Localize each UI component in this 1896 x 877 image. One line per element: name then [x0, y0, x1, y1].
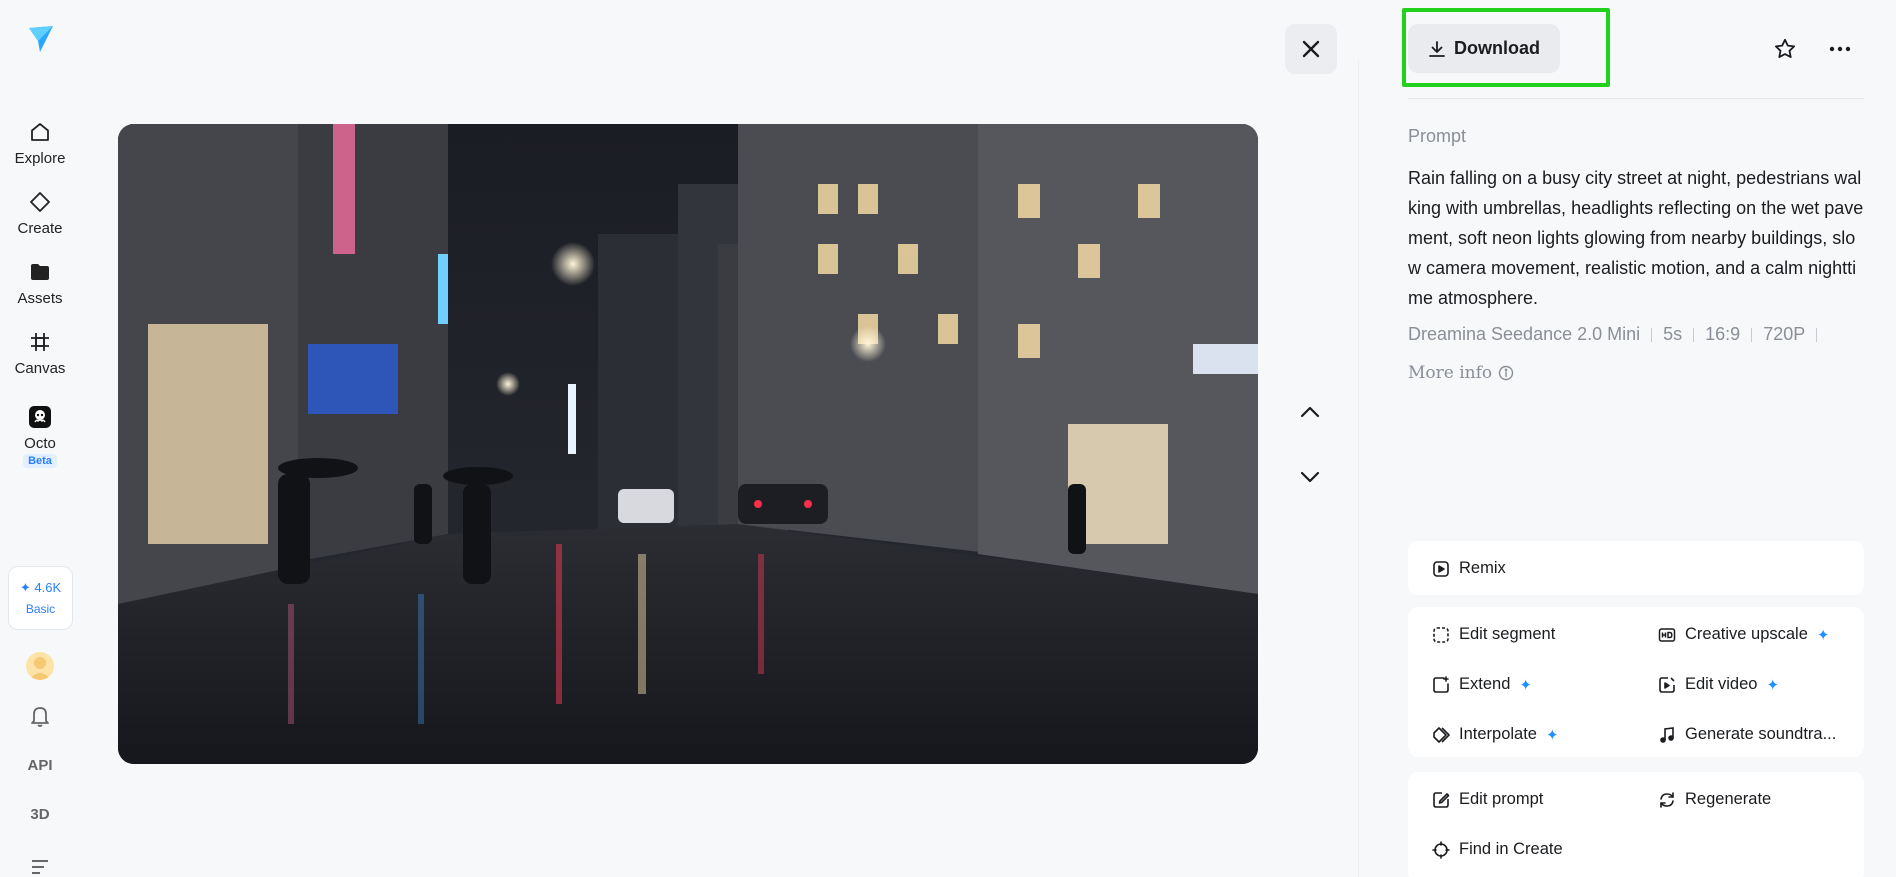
info-icon — [1498, 365, 1514, 381]
meta-separator — [1751, 327, 1753, 342]
more-info-link[interactable]: More info — [1408, 363, 1514, 383]
panel-divider — [1358, 60, 1359, 877]
edit-segment-icon — [1433, 626, 1449, 643]
remix-button[interactable]: Remix — [1432, 559, 1506, 578]
bell-icon[interactable] — [29, 704, 51, 728]
meta-separator — [1693, 327, 1695, 342]
prompt-label: Prompt — [1408, 126, 1467, 146]
header-divider — [1408, 98, 1864, 99]
nav-create-label: Create — [17, 220, 63, 237]
prompt-text: Rain falling on a busy city street at ni… — [1408, 168, 1864, 308]
credits-badge[interactable]: ✦ 4.6K Basic — [8, 566, 73, 630]
aspect-ratio: 16:9 — [1705, 324, 1741, 344]
regenerate-button[interactable]: Regenerate — [1658, 790, 1771, 809]
sparkle-icon: ✦ — [1545, 726, 1559, 744]
nav-canvas-label: Canvas — [14, 360, 66, 377]
threed-link[interactable]: 3D — [0, 806, 80, 823]
nav-octo-label: Octo — [24, 435, 56, 452]
edit-segment-label: Edit segment — [1459, 625, 1556, 643]
download-icon — [1429, 40, 1445, 57]
regenerate-icon — [1660, 791, 1674, 808]
duration: 5s — [1663, 324, 1683, 344]
octo-icon — [29, 406, 51, 428]
nav-create[interactable]: Create — [0, 190, 80, 250]
star-icon — [1775, 38, 1795, 58]
nav-explore[interactable]: Explore — [0, 120, 80, 180]
meta-separator — [1651, 327, 1653, 342]
close-button[interactable] — [1285, 24, 1337, 74]
sparkle-icon: ✦ — [1816, 626, 1830, 644]
generate-soundtrack-button[interactable]: Generate soundtra... — [1658, 725, 1836, 744]
beta-badge: Beta — [23, 454, 57, 468]
credits-amount: ✦ 4.6K — [19, 580, 62, 595]
edit-video-icon — [1659, 676, 1675, 693]
logo-icon[interactable] — [26, 24, 56, 54]
api-link[interactable]: API — [0, 757, 80, 774]
previous-button[interactable] — [1290, 392, 1330, 432]
more-info-label: More info — [1408, 363, 1493, 383]
left-nav: Explore Create Assets Canvas Octo Beta ✦… — [0, 0, 80, 877]
night-street-image — [118, 124, 1258, 764]
download-button[interactable]: Download — [1408, 24, 1560, 73]
find-in-create-button[interactable]: Find in Create — [1432, 840, 1563, 859]
edit-tools-card: Edit segment Creative upscale ✦ Extend ✦… — [1408, 607, 1864, 757]
interpolate-label: Interpolate — [1459, 725, 1537, 743]
model-name: Dreamina Seedance 2.0 Mini — [1408, 324, 1641, 344]
menu-icon[interactable] — [30, 858, 50, 877]
generation-meta: Dreamina Seedance 2.0 Mini 5s 16:9 720P — [1408, 324, 1828, 345]
nav-explore-label: Explore — [14, 150, 66, 167]
remix-label: Remix — [1459, 559, 1506, 577]
interpolate-icon — [1433, 726, 1450, 743]
extend-icon — [1433, 675, 1449, 693]
regenerate-label: Regenerate — [1685, 790, 1772, 808]
extend-label: Extend — [1459, 675, 1511, 693]
close-icon — [1302, 40, 1320, 58]
download-label: Download — [1454, 38, 1540, 58]
nav-canvas[interactable]: Canvas — [0, 330, 80, 390]
nav-octo[interactable]: Octo Beta — [0, 405, 80, 475]
extend-button[interactable]: Extend ✦ — [1432, 675, 1532, 694]
next-button[interactable] — [1290, 457, 1330, 497]
user-avatar-icon — [29, 657, 51, 680]
plan-tier: Basic — [25, 602, 56, 616]
meta-separator — [1816, 327, 1818, 342]
edit-prompt-button[interactable]: Edit prompt — [1432, 790, 1543, 809]
home-icon — [31, 123, 49, 141]
creative-upscale-label: Creative upscale — [1685, 625, 1808, 643]
chevron-down-icon — [1300, 471, 1320, 483]
prompt-tools-card: Edit prompt Regenerate Find in Create — [1408, 772, 1864, 877]
nav-assets[interactable]: Assets — [0, 260, 80, 320]
more-options-button[interactable] — [1823, 32, 1857, 66]
diamond-icon — [30, 192, 50, 212]
remix-card: Remix — [1408, 541, 1864, 595]
favorite-button[interactable] — [1768, 32, 1802, 66]
find-in-create-label: Find in Create — [1459, 840, 1563, 858]
avatar[interactable] — [26, 652, 54, 680]
sparkle-icon: ✦ — [1766, 676, 1780, 694]
generate-soundtrack-label: Generate soundtra... — [1685, 725, 1837, 743]
edit-segment-button[interactable]: Edit segment — [1432, 625, 1555, 644]
edit-video-label: Edit video — [1685, 675, 1758, 693]
sparkle-icon: ✦ — [1519, 676, 1532, 694]
chevron-up-icon — [1300, 406, 1320, 418]
edit-video-button[interactable]: Edit video ✦ — [1658, 675, 1779, 694]
folder-icon — [31, 264, 49, 280]
more-horizontal-icon — [1829, 46, 1851, 52]
hd-upscale-icon — [1658, 627, 1676, 642]
interpolate-button[interactable]: Interpolate ✦ — [1432, 725, 1559, 744]
crosshair-icon — [1432, 840, 1450, 859]
edit-prompt-label: Edit prompt — [1459, 790, 1544, 808]
music-note-icon — [1660, 726, 1674, 743]
resolution: 720P — [1763, 324, 1806, 344]
edit-prompt-icon — [1433, 791, 1450, 808]
remix-icon — [1433, 560, 1449, 577]
canvas-icon — [31, 333, 49, 351]
video-preview[interactable] — [118, 124, 1258, 764]
creative-upscale-button[interactable]: Creative upscale ✦ — [1658, 625, 1829, 644]
nav-assets-label: Assets — [17, 290, 63, 307]
